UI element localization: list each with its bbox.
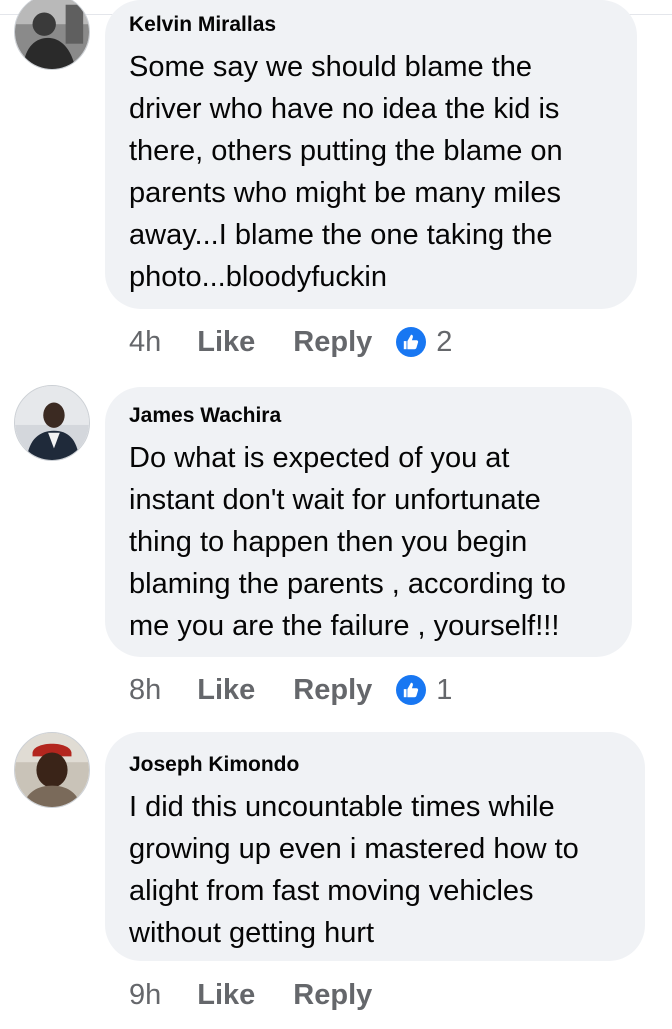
comment-item: James Wachira Do what is expected of you…: [0, 385, 672, 715]
comment-author[interactable]: Joseph Kimondo: [129, 752, 623, 778]
avatar-photo: [15, 386, 89, 460]
reaction-count: 2: [436, 325, 453, 358]
like-thumb-icon: [396, 675, 427, 705]
reaction-summary[interactable]: 1: [396, 674, 452, 707]
reply-button[interactable]: Reply: [293, 326, 372, 359]
comment-timestamp[interactable]: 9h: [129, 979, 161, 1012]
comment-bubble: Joseph Kimondo I did this uncountable ti…: [105, 732, 645, 961]
comment-actions: 4h Like Reply 2: [129, 322, 452, 362]
like-button[interactable]: Like: [197, 326, 255, 359]
avatar[interactable]: [14, 385, 90, 461]
comment-actions: 9h Like Reply: [129, 975, 410, 1015]
like-button[interactable]: Like: [197, 979, 255, 1012]
comment-author[interactable]: James Wachira: [129, 403, 610, 429]
comment-bubble: James Wachira Do what is expected of you…: [105, 387, 632, 657]
comment-author[interactable]: Kelvin Mirallas: [129, 12, 615, 38]
reaction-count: 1: [436, 673, 453, 706]
like-thumb-icon: [396, 327, 427, 357]
comment-text: Some say we should blame the driver who …: [129, 51, 563, 293]
comment-text: I did this uncountable times while growi…: [129, 791, 579, 949]
comment-actions: 8h Like Reply 1: [129, 670, 452, 710]
comment-timestamp[interactable]: 4h: [129, 326, 161, 359]
avatar[interactable]: [14, 732, 90, 808]
reply-button[interactable]: Reply: [293, 979, 372, 1012]
like-button[interactable]: Like: [197, 674, 255, 707]
reaction-summary[interactable]: 2: [396, 326, 452, 359]
avatar-photo: [15, 733, 89, 807]
avatar-photo: [15, 0, 89, 69]
comment-timestamp[interactable]: 8h: [129, 674, 161, 707]
comment-text: Do what is expected of you at instant do…: [129, 442, 566, 642]
comment-item: Kelvin Mirallas Some say we should blame…: [0, 0, 672, 370]
comment-bubble: Kelvin Mirallas Some say we should blame…: [105, 0, 637, 309]
avatar[interactable]: [14, 0, 90, 70]
comment-item: Joseph Kimondo I did this uncountable ti…: [0, 732, 672, 1029]
reply-button[interactable]: Reply: [293, 674, 372, 707]
